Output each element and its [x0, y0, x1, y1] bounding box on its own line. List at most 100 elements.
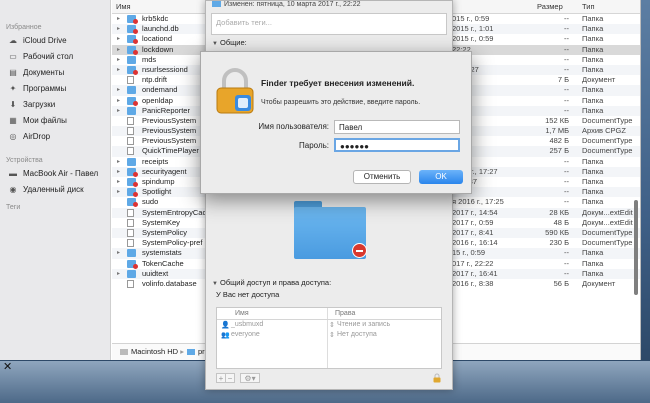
sharing-section-title[interactable]: ▼ Общий доступ и права доступа:	[206, 277, 452, 289]
file-name: mds	[142, 54, 157, 64]
file-size: --	[564, 105, 569, 115]
permissions-table: Имя Права 👤 _usbmuxd ⇕ Чтение и запись 👥…	[216, 307, 442, 369]
sidebar-item[interactable]: ◉ Удаленный диск	[0, 182, 110, 198]
file-name: ntp.drift	[142, 75, 168, 85]
sidebar-item[interactable]: ☁ iCloud Drive	[0, 33, 110, 49]
disclosure-triangle-icon[interactable]: ▸	[117, 55, 120, 65]
path-separator: ▸	[180, 347, 184, 356]
sidebar-item[interactable]: ▭ Рабочий стол	[0, 49, 110, 65]
disclosure-triangle-icon[interactable]: ▸	[117, 167, 120, 177]
file-kind: Папка	[582, 34, 604, 44]
column-size[interactable]: Размер	[537, 2, 563, 11]
folder-icon	[127, 55, 136, 64]
column-kind[interactable]: Тип	[582, 2, 595, 11]
dialog-message: Чтобы разрешить это действие, введите па…	[261, 99, 421, 106]
folder-icon	[127, 198, 138, 208]
file-name: sudo	[142, 197, 159, 207]
sidebar-item-label: Рабочий стол	[23, 52, 74, 61]
sidebar-item-label: AirDrop	[23, 132, 51, 141]
file-name: krb5kdc	[142, 14, 169, 23]
perm-rights: Нет доступа	[337, 331, 377, 338]
cloud-icon: ☁	[9, 36, 17, 45]
file-name: TokenCache	[142, 258, 184, 268]
file-kind: Документ	[582, 278, 616, 288]
scrollbar[interactable]	[634, 200, 638, 295]
disclosure-triangle-icon[interactable]: ▸	[117, 24, 120, 34]
document-icon	[127, 76, 134, 85]
disclosure-triangle-icon[interactable]: ▸	[117, 65, 120, 75]
lock-icon[interactable]	[432, 373, 442, 383]
file-kind: Папка	[582, 24, 604, 34]
file-kind: Папка	[582, 197, 604, 207]
auth-dialog: Finder требует внесения изменений. Чтобы…	[200, 51, 472, 194]
remove-button[interactable]: −	[225, 373, 235, 383]
file-name: SystemPolicy	[142, 227, 188, 237]
sharing-section: ▼ Общий доступ и права доступа: У Вас нет…	[206, 277, 452, 369]
file-date: 2017 г., 16:41	[452, 268, 498, 278]
disclosure-triangle-icon[interactable]: ▸	[117, 34, 120, 44]
username-field[interactable]: Павел	[334, 120, 460, 134]
close-icon[interactable]: ✕	[3, 360, 12, 373]
file-date: 2015 г., 1:01	[452, 24, 494, 34]
document-icon	[127, 127, 134, 136]
stepper-icon: ⇕	[329, 322, 335, 329]
file-kind: Папка	[582, 177, 604, 186]
file-name: SystemPolicy-pref	[142, 238, 203, 248]
file-kind: DocumentType	[582, 115, 633, 125]
password-label: Пароль:	[299, 141, 329, 150]
file-size: --	[564, 24, 569, 34]
file-size: 1,7 МБ	[545, 126, 569, 136]
disclosure-triangle-icon[interactable]: ▸	[117, 106, 120, 116]
padlock-icon	[216, 68, 254, 114]
tags-input[interactable]: Добавить теги...	[211, 13, 447, 35]
disclosure-triangle-icon[interactable]: ▸	[117, 248, 120, 258]
file-kind: Архив CPGZ	[582, 126, 626, 136]
file-name: nsurlsessiond	[142, 64, 188, 74]
folder-icon	[127, 269, 136, 278]
disclosure-triangle-icon[interactable]: ▸	[117, 96, 120, 106]
sidebar-item-label: Программы	[23, 84, 67, 93]
file-name: SystemKey	[142, 217, 180, 227]
file-size: --	[564, 34, 569, 44]
column-name[interactable]: Имя	[116, 2, 131, 11]
disclosure-triangle-icon[interactable]: ▼	[212, 38, 220, 50]
modified-date: Изменен: пятница, 10 марта 2017 г., 22:2…	[206, 1, 452, 11]
file-name: PreviousSystem	[142, 115, 197, 125]
disclosure-triangle-icon[interactable]: ▸	[117, 269, 120, 279]
ok-button[interactable]: OK	[419, 170, 463, 184]
password-field[interactable]: ●●●●●●	[334, 138, 460, 152]
sidebar-item[interactable]: ▤ Документы	[0, 65, 110, 81]
disclosure-triangle-icon[interactable]: ▸	[117, 45, 120, 55]
disclosure-triangle-icon[interactable]: ▸	[117, 85, 120, 95]
gear-icon[interactable]: ⚙▾	[240, 373, 260, 383]
file-name: spindump	[142, 177, 175, 186]
disclosure-triangle-icon[interactable]: ▸	[117, 14, 120, 24]
disclosure-triangle-icon[interactable]: ▸	[117, 177, 120, 187]
cancel-button[interactable]: Отменить	[353, 170, 411, 184]
file-name: Spotlight	[142, 187, 172, 197]
all-files-icon: ▦	[9, 116, 17, 125]
folder-icon	[127, 25, 138, 35]
sidebar-section-title: Избранное	[6, 24, 42, 31]
file-size: 28 КБ	[549, 207, 569, 217]
sidebar-item[interactable]: ▦ Мои файлы	[0, 113, 110, 129]
no-entry-icon	[352, 243, 367, 258]
folder-icon	[127, 259, 138, 269]
disclosure-triangle-icon[interactable]: ▸	[117, 157, 120, 167]
file-name: lockdown	[142, 44, 174, 54]
general-section-title[interactable]: ▼ Общие:	[206, 37, 452, 49]
sidebar-item[interactable]: ✦ Программы	[0, 81, 110, 97]
no-access-label: У Вас нет доступа	[216, 290, 280, 299]
sidebar-item[interactable]: ⬇ Загрузки	[0, 97, 110, 113]
file-name: launchd.db	[142, 24, 179, 34]
file-date: 2017 г., 8:41	[452, 227, 494, 237]
sidebar-item[interactable]: ◎ AirDrop	[0, 129, 110, 145]
disclosure-triangle-icon[interactable]: ▸	[117, 187, 120, 197]
path-disk[interactable]: Macintosh HD	[131, 347, 178, 356]
dialog-title: Finder требует внесения изменений.	[261, 78, 415, 88]
folder-icon	[127, 157, 136, 166]
path-next[interactable]: pr	[198, 347, 205, 356]
file-size: 56 Б	[553, 278, 569, 288]
sidebar-item[interactable]: ▬ MacBook Air - Павел	[0, 166, 110, 182]
file-kind: Папка	[582, 248, 604, 258]
